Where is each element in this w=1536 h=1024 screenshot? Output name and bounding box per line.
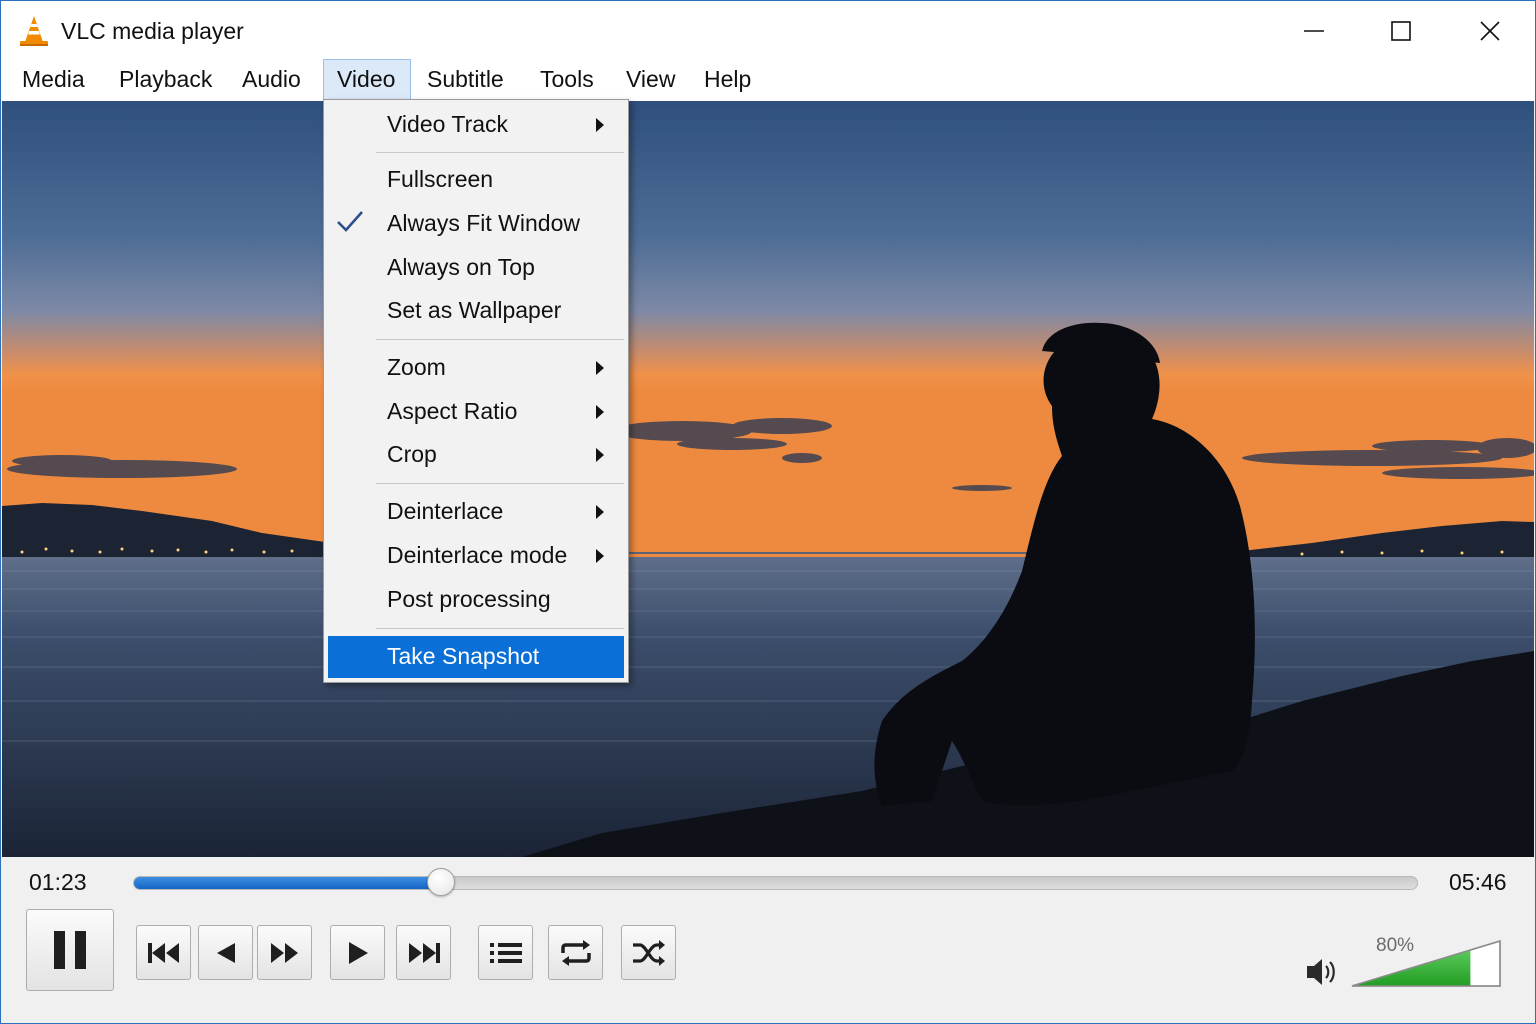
vlc-window: VLC media player Media Playback Audio Vi…: [0, 0, 1536, 1024]
title-bar[interactable]: VLC media player: [1, 1, 1535, 59]
fast-forward-button[interactable]: [257, 925, 312, 980]
vlc-cone-icon: [19, 15, 49, 47]
menu-audio[interactable]: Audio: [229, 59, 314, 100]
menu-separator: [376, 628, 624, 629]
skip-previous-icon: [147, 942, 179, 963]
menuitem-take-snapshot[interactable]: Take Snapshot: [328, 636, 624, 678]
menuitem-label: Video Track: [387, 111, 509, 137]
menuitem-label: Take Snapshot: [387, 643, 540, 669]
menuitem-always-fit-window[interactable]: Always Fit Window: [328, 203, 624, 245]
window-title: VLC media player: [61, 18, 244, 44]
menuitem-label: Always on Top: [387, 254, 535, 280]
maximize-button[interactable]: [1371, 11, 1431, 51]
close-button[interactable]: [1460, 11, 1520, 51]
submenu-arrow-icon: [596, 448, 604, 462]
pause-icon: [54, 931, 86, 969]
video-frame[interactable]: [2, 101, 1534, 857]
menuitem-always-on-top[interactable]: Always on Top: [328, 247, 624, 289]
loop-button[interactable]: [548, 925, 603, 980]
menuitem-label: Zoom: [387, 354, 446, 380]
menuitem-label: Post processing: [387, 586, 551, 612]
menu-media[interactable]: Media: [9, 59, 98, 100]
volume-slider[interactable]: [1350, 939, 1502, 989]
checkmark-icon: [337, 211, 363, 232]
playlist-button[interactable]: [478, 925, 533, 980]
menuitem-video-track[interactable]: Video Track: [328, 104, 624, 146]
pause-button[interactable]: [26, 909, 114, 991]
submenu-arrow-icon: [596, 118, 604, 132]
menuitem-post-processing[interactable]: Post processing: [328, 579, 624, 621]
menuitem-set-as-wallpaper[interactable]: Set as Wallpaper: [328, 290, 624, 332]
menuitem-label: Deinterlace: [387, 498, 504, 524]
volume-level: [1352, 941, 1471, 986]
total-time: 05:46: [1449, 869, 1507, 895]
skip-next-icon: [408, 942, 440, 963]
playback-controls: 01:23 05:46 80%: [2, 857, 1534, 1023]
menu-bar: Media Playback Audio Video Subtitle Tool…: [1, 59, 1535, 101]
menuitem-crop[interactable]: Crop: [328, 434, 624, 476]
elapsed-time: 01:23: [29, 869, 87, 895]
menuitem-fullscreen[interactable]: Fullscreen: [328, 159, 624, 201]
video-menu-dropdown: Video Track Fullscreen Always Fit Window…: [323, 99, 629, 683]
fast-forward-icon: [270, 942, 298, 963]
seek-bar[interactable]: [133, 876, 1418, 890]
rewind-icon: [216, 942, 235, 963]
loop-icon: [560, 939, 591, 966]
menuitem-label: Deinterlace mode: [387, 542, 568, 568]
menu-tools[interactable]: Tools: [527, 59, 607, 100]
seek-progress: [134, 877, 442, 889]
menu-separator: [376, 152, 624, 153]
play-icon: [348, 941, 368, 964]
playlist-icon: [489, 942, 522, 963]
menuitem-label: Set as Wallpaper: [387, 297, 562, 323]
next-button[interactable]: [396, 925, 451, 980]
menuitem-zoom[interactable]: Zoom: [328, 347, 624, 389]
menu-playback[interactable]: Playback: [106, 59, 225, 100]
menu-separator: [376, 339, 624, 340]
seek-handle[interactable]: [427, 868, 456, 896]
menuitem-label: Crop: [387, 441, 437, 467]
menu-subtitle[interactable]: Subtitle: [414, 59, 517, 100]
menuitem-deinterlace[interactable]: Deinterlace: [328, 491, 624, 533]
menu-separator: [376, 483, 624, 484]
speaker-icon[interactable]: [1305, 955, 1341, 994]
minimize-icon: [1304, 30, 1324, 32]
submenu-arrow-icon: [596, 549, 604, 563]
menu-video[interactable]: Video: [323, 59, 411, 100]
shuffle-icon: [632, 939, 665, 966]
menuitem-deinterlace-mode[interactable]: Deinterlace mode: [328, 535, 624, 577]
menuitem-label: Aspect Ratio: [387, 398, 518, 424]
menu-view[interactable]: View: [613, 59, 688, 100]
rewind-button[interactable]: [198, 925, 253, 980]
previous-button[interactable]: [136, 925, 191, 980]
close-icon: [1480, 21, 1500, 41]
shuffle-button[interactable]: [621, 925, 676, 980]
maximize-icon: [1391, 21, 1411, 41]
video-sunset-scene: [2, 101, 1534, 857]
menu-help[interactable]: Help: [691, 59, 764, 100]
menuitem-aspect-ratio[interactable]: Aspect Ratio: [328, 391, 624, 433]
submenu-arrow-icon: [596, 361, 604, 375]
menuitem-label: Always Fit Window: [387, 210, 580, 236]
play-button[interactable]: [330, 925, 385, 980]
menuitem-label: Fullscreen: [387, 166, 494, 192]
submenu-arrow-icon: [596, 505, 604, 519]
minimize-button[interactable]: [1284, 11, 1344, 51]
submenu-arrow-icon: [596, 405, 604, 419]
